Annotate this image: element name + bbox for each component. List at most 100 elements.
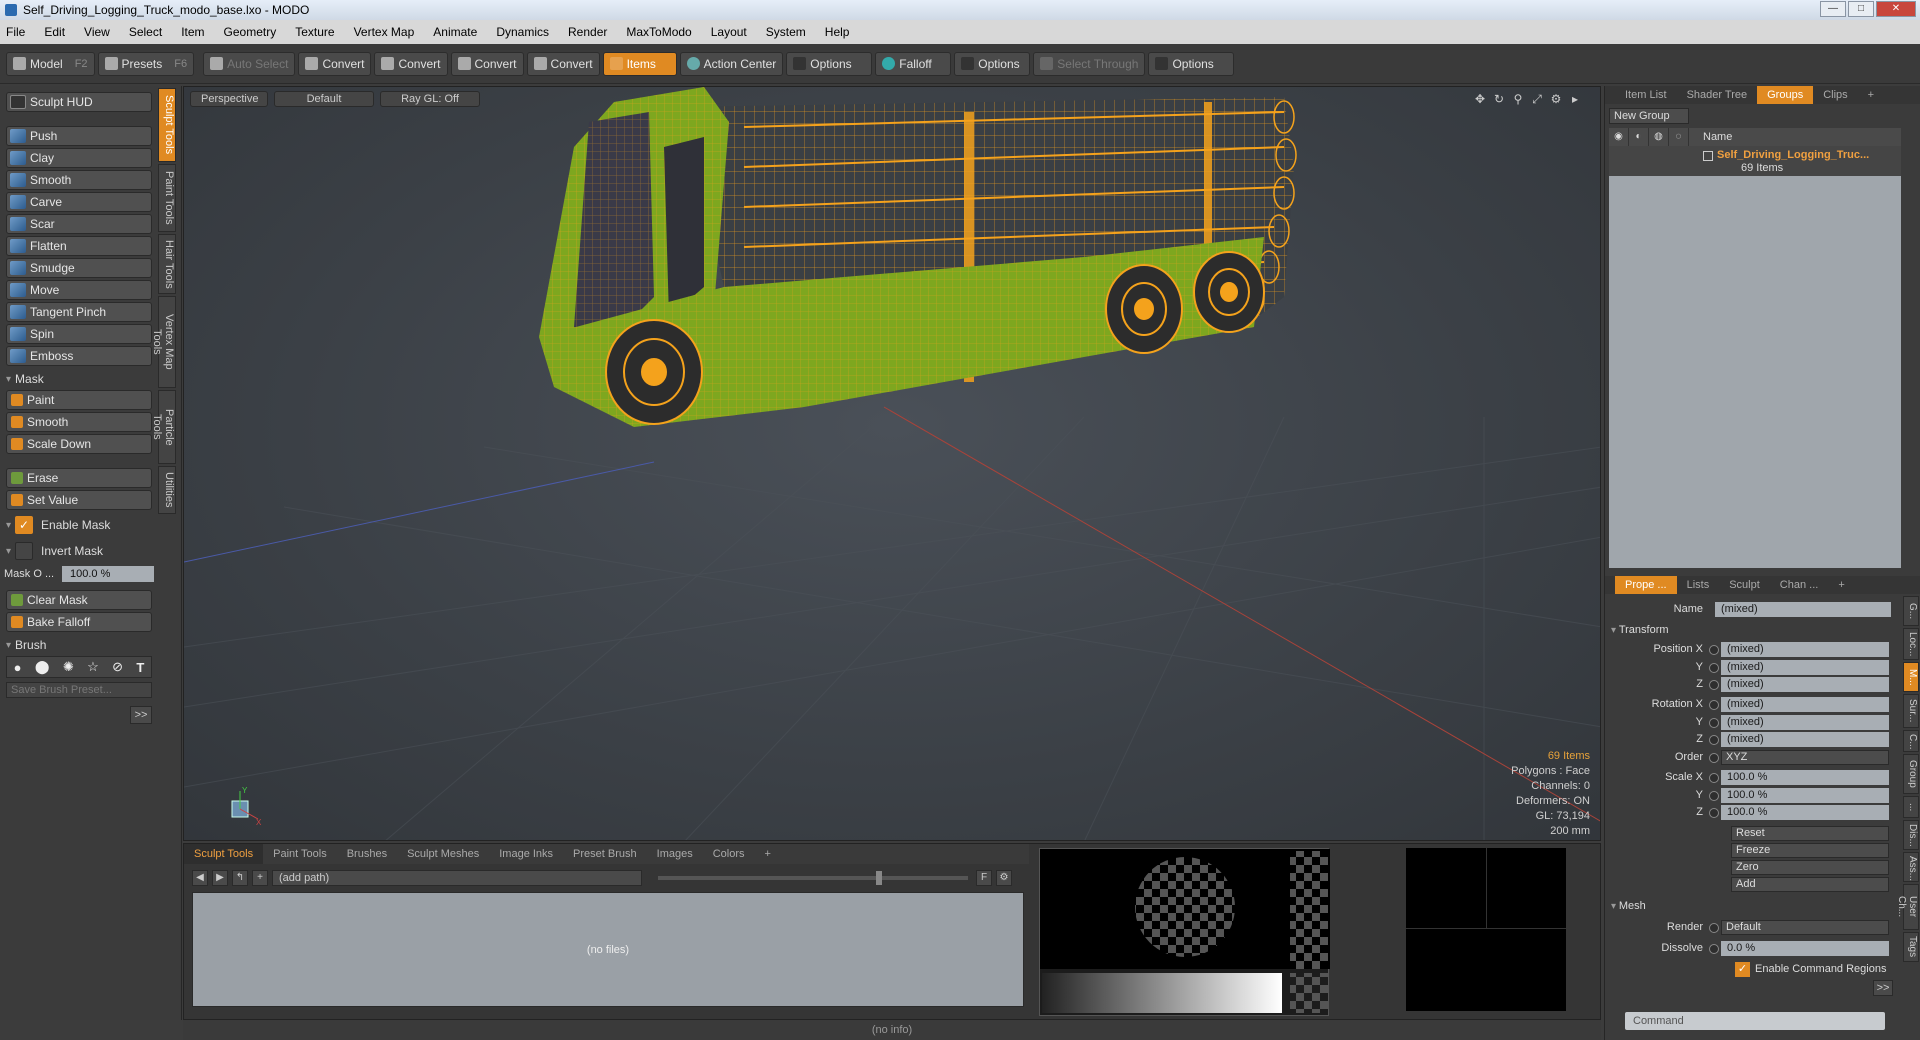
command-input[interactable]: Command	[1625, 1012, 1885, 1030]
mask-paint[interactable]: Paint	[6, 390, 152, 410]
menu-vertex-map[interactable]: Vertex Map	[354, 25, 415, 39]
anim-dot[interactable]	[1709, 773, 1719, 783]
thumbnail-size-slider[interactable]	[658, 871, 968, 885]
enable-mask-row[interactable]: ✓ Enable Mask	[6, 516, 152, 534]
minimize-button[interactable]: —	[1820, 1, 1846, 17]
btab-images[interactable]: Images	[647, 848, 703, 860]
erase-button[interactable]: Erase	[6, 468, 152, 488]
svt-group[interactable]: Group	[1903, 754, 1919, 794]
mask-opacity-field[interactable]: 100.0 %	[62, 566, 154, 582]
model-button[interactable]: Model F2	[6, 51, 95, 76]
anim-dot[interactable]	[1709, 680, 1719, 690]
convert-button-2[interactable]: Convert	[374, 51, 448, 76]
order-dropdown[interactable]: XYZ	[1721, 750, 1889, 765]
file-browser-area[interactable]: (no files)	[192, 892, 1024, 1007]
scale-x-field[interactable]: 100.0 %	[1721, 770, 1889, 785]
rotation-x-field[interactable]: (mixed)	[1721, 697, 1889, 712]
brush-section-header[interactable]: Brush	[6, 636, 152, 654]
visibility-eye-icon[interactable]: ◉	[1609, 128, 1629, 146]
close-button[interactable]: ✕	[1876, 1, 1916, 17]
menu-file[interactable]: File	[6, 25, 25, 39]
vtab-paint-tools[interactable]: Paint Tools	[158, 164, 176, 232]
mask-smooth[interactable]: Smooth	[6, 412, 152, 432]
position-y-field[interactable]: (mixed)	[1721, 660, 1889, 675]
soft-brush-icon[interactable]: ●	[14, 660, 22, 675]
tab-add[interactable]: +	[1858, 89, 1884, 101]
anim-dot[interactable]	[1709, 645, 1719, 655]
mask-section-header[interactable]: Mask	[6, 370, 152, 388]
bake-falloff-button[interactable]: Bake Falloff	[6, 612, 152, 632]
menu-item[interactable]: Item	[181, 25, 204, 39]
expand-arrow-icon[interactable]: ▸	[1568, 92, 1582, 106]
render-dropdown[interactable]: Default	[1721, 920, 1889, 935]
options-button-3[interactable]: Options	[1148, 51, 1235, 76]
vtab-vertex-map-tools[interactable]: Vertex Map Tools	[151, 296, 176, 388]
items-button[interactable]: Items	[602, 51, 677, 76]
name-field[interactable]: (mixed)	[1715, 602, 1891, 617]
maximize-button[interactable]: □	[1848, 1, 1874, 17]
svt-ass[interactable]: Ass...	[1903, 852, 1919, 882]
tab-properties[interactable]: Prope ...	[1615, 576, 1677, 594]
menu-view[interactable]: View	[84, 25, 110, 39]
path-dropdown[interactable]: (add path)	[272, 870, 642, 886]
maximize-icon[interactable]: ⤢	[1530, 92, 1544, 106]
group-row[interactable]: Self_Driving_Logging_Truc... 69 Items	[1609, 146, 1901, 176]
tab-clips[interactable]: Clips	[1813, 89, 1857, 101]
zoom-icon[interactable]: ⚲	[1511, 92, 1525, 106]
add-icon[interactable]: +	[252, 870, 268, 886]
scale-z-field[interactable]: 100.0 %	[1721, 805, 1889, 820]
falloff-button[interactable]: Falloff	[875, 51, 952, 76]
vtab-sculpt-tools[interactable]: Sculpt Tools	[158, 88, 176, 162]
tab-item-list[interactable]: Item List	[1615, 89, 1677, 101]
btab-paint-tools[interactable]: Paint Tools	[263, 848, 337, 860]
up-folder-icon[interactable]: ↰	[232, 870, 248, 886]
scale-y-field[interactable]: 100.0 %	[1721, 788, 1889, 803]
menu-select[interactable]: Select	[129, 25, 162, 39]
viewport-shading-dropdown[interactable]: Default	[274, 91, 374, 107]
tool-smooth[interactable]: Smooth	[6, 170, 152, 190]
tool-tangent-pinch[interactable]: Tangent Pinch	[6, 302, 152, 322]
vtab-particle-tools[interactable]: Particle Tools	[151, 390, 176, 464]
menu-geometry[interactable]: Geometry	[224, 25, 277, 39]
invert-mask-row[interactable]: Invert Mask	[6, 542, 152, 560]
mesh-section[interactable]: Mesh	[1611, 900, 1646, 912]
raygl-toggle[interactable]: Ray GL: Off	[380, 91, 480, 107]
menu-maxtomodo[interactable]: MaxToModo	[626, 25, 691, 39]
text-brush-icon[interactable]: T	[136, 660, 144, 675]
tool-smudge[interactable]: Smudge	[6, 258, 152, 278]
menu-edit[interactable]: Edit	[44, 25, 65, 39]
3d-viewport[interactable]: Perspective Default Ray GL: Off ✥ ↻ ⚲ ⤢ …	[183, 86, 1601, 841]
anim-dot[interactable]	[1709, 923, 1719, 933]
select-icon[interactable]: ◌	[1669, 128, 1689, 146]
menu-dynamics[interactable]: Dynamics	[496, 25, 549, 39]
add-dropdown[interactable]: Add	[1731, 877, 1889, 892]
more-button[interactable]: >>	[130, 706, 152, 724]
tab-lists[interactable]: Lists	[1677, 579, 1720, 591]
anim-dot[interactable]	[1709, 791, 1719, 801]
tool-move[interactable]: Move	[6, 280, 152, 300]
menu-system[interactable]: System	[766, 25, 806, 39]
menu-texture[interactable]: Texture	[295, 25, 334, 39]
anim-dot[interactable]	[1709, 663, 1719, 673]
hard-brush-icon[interactable]: ⬤	[35, 659, 50, 675]
convert-button-3[interactable]: Convert	[450, 51, 524, 76]
svt-user-channels[interactable]: User Ch...	[1896, 884, 1919, 930]
enable-mask-checkbox[interactable]: ✓	[15, 516, 34, 534]
svt-g[interactable]: G...	[1903, 596, 1919, 626]
new-group-button[interactable]: New Group	[1609, 108, 1689, 124]
gear-icon[interactable]: ⚙	[1549, 92, 1563, 106]
mask-scale-down[interactable]: Scale Down	[6, 434, 152, 454]
tab-groups[interactable]: Groups	[1757, 86, 1814, 104]
btab-brushes[interactable]: Brushes	[337, 848, 397, 860]
invert-mask-checkbox[interactable]	[15, 542, 34, 560]
tool-flatten[interactable]: Flatten	[6, 236, 152, 256]
tool-scar[interactable]: Scar	[6, 214, 152, 234]
sculpt-hud-button[interactable]: Sculpt HUD	[6, 92, 152, 112]
tab-add[interactable]: +	[1828, 579, 1854, 591]
btab-colors[interactable]: Colors	[703, 848, 755, 860]
menu-render[interactable]: Render	[568, 25, 607, 39]
position-x-field[interactable]: (mixed)	[1721, 642, 1889, 657]
rotation-y-field[interactable]: (mixed)	[1721, 715, 1889, 730]
splat-brush-icon[interactable]: ✺	[63, 659, 74, 675]
auto-select-button[interactable]: Auto Select	[203, 51, 296, 76]
